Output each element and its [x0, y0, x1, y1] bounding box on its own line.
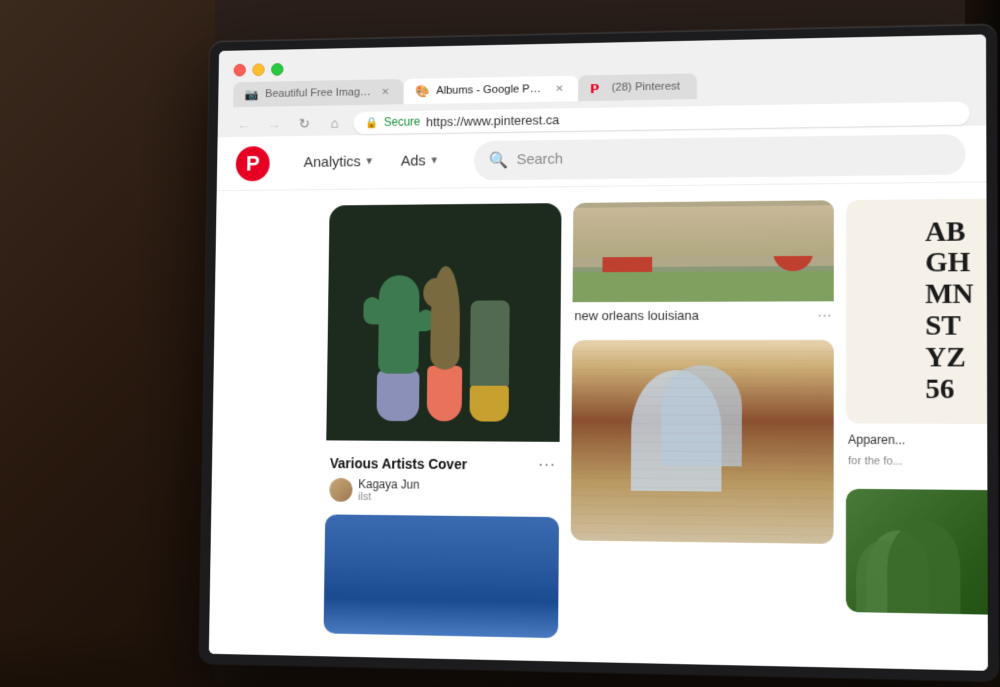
url-display: https://www.pinterest.ca — [426, 112, 559, 129]
pinterest-logo-letter: P — [246, 151, 260, 176]
photo-ground — [573, 266, 834, 302]
new-orleans-footer: new orleans louisiana ··· — [572, 301, 833, 328]
tab-unsplash-close[interactable]: ✕ — [379, 85, 393, 99]
typography-image: AB GH MN ST YZ 56 — [846, 198, 988, 424]
pin-card-title: Various Artists Cover — [330, 455, 467, 472]
left-spacer — [209, 190, 330, 656]
laptop-bezel: 📷 Beautiful Free Images & Pictur... ✕ 🎨 … — [199, 24, 998, 681]
typography-footer: Apparen... for the fo... — [846, 423, 988, 478]
col3: AB GH MN ST YZ 56 — [846, 198, 988, 671]
typography-text-wrap: Apparen... for the fo... — [848, 428, 905, 471]
pin-grid: Various Artists Cover ··· Kagaya J — [323, 182, 988, 670]
pin-card-info: Various Artists Cover ··· Kagaya J — [325, 440, 559, 513]
greenery-photo — [846, 489, 988, 616]
arch-photo — [571, 340, 834, 544]
screen: 📷 Beautiful Free Images & Pictur... ✕ 🎨 … — [209, 34, 988, 670]
photo-sky — [573, 205, 834, 257]
analytics-menu-item[interactable]: Analytics ▼ — [292, 145, 386, 178]
tab-pinterest[interactable]: 𝗣 (28) Pinterest — [578, 73, 697, 101]
typo-line-3: MN — [925, 280, 974, 312]
ads-chevron-icon: ▼ — [429, 155, 439, 166]
apparently-text: Apparen... — [848, 428, 905, 451]
ads-label: Ads — [401, 153, 426, 170]
laptop-frame: 📷 Beautiful Free Images & Pictur... ✕ 🎨 … — [199, 24, 998, 681]
pinterest-tab-icon: 𝗣 — [590, 81, 604, 95]
pin-typography-card[interactable]: AB GH MN ST YZ 56 — [846, 198, 988, 478]
search-placeholder: Search — [516, 151, 563, 168]
forthe-text: for the fo... — [848, 451, 905, 472]
vase-left — [376, 370, 419, 421]
pin-new-orleans-card[interactable]: new orleans louisiana ··· — [572, 200, 834, 328]
author-avatar — [329, 478, 352, 502]
tab-google-photos[interactable]: 🎨 Albums - Google Photos ✕ — [403, 76, 578, 105]
author-avatar-img — [329, 478, 352, 502]
analytics-label: Analytics — [304, 154, 361, 171]
author-sub: ilst — [358, 491, 419, 504]
author-name: Kagaya Jun — [358, 477, 419, 491]
tab-unsplash[interactable]: 📷 Beautiful Free Images & Pictur... ✕ — [233, 79, 404, 107]
plant-center — [427, 266, 464, 421]
ads-menu-item[interactable]: Ads ▼ — [389, 144, 451, 177]
pin-author: Kagaya Jun ilst — [329, 477, 555, 505]
author-name-wrap: Kagaya Jun ilst — [358, 477, 420, 503]
typo-line-6: 56 — [925, 374, 974, 406]
scene: 📷 Beautiful Free Images & Pictur... ✕ 🎨 … — [0, 0, 1000, 687]
typo-line-1: AB — [925, 217, 973, 249]
browser-chrome: 📷 Beautiful Free Images & Pictur... ✕ 🎨 … — [218, 34, 987, 137]
pin-arch-card[interactable] — [571, 340, 834, 544]
cactus-bulge — [423, 278, 448, 308]
new-orleans-label: new orleans louisiana — [574, 307, 699, 322]
new-orleans-photo — [573, 200, 834, 302]
back-button[interactable]: ← — [233, 113, 256, 136]
col2: new orleans louisiana ··· — [570, 200, 834, 667]
tab-google-photos-title: Albums - Google Photos — [436, 83, 545, 97]
vase-center — [427, 366, 463, 422]
pin-artists-cover-card[interactable]: Various Artists Cover ··· Kagaya J — [325, 203, 561, 513]
content-area: Various Artists Cover ··· Kagaya J — [209, 182, 988, 670]
plant-shape-2 — [887, 520, 960, 614]
plant-right — [469, 300, 509, 421]
home-button[interactable]: ⌂ — [323, 111, 346, 135]
minimize-button[interactable] — [252, 63, 264, 76]
pinterest-logo[interactable]: P — [236, 146, 270, 181]
analytics-chevron-icon: ▼ — [364, 156, 374, 167]
nav-menu: Analytics ▼ Ads ▼ — [292, 144, 451, 178]
col1: Various Artists Cover ··· Kagaya J — [323, 203, 561, 661]
secure-label: Secure — [384, 115, 421, 129]
bg-left — [0, 0, 215, 687]
typo-line-5: YZ — [925, 343, 974, 375]
close-button[interactable] — [234, 64, 246, 77]
cactus-right — [470, 300, 510, 389]
vase-right — [469, 386, 508, 422]
new-orleans-dots[interactable]: ··· — [817, 306, 831, 322]
plant-left — [376, 275, 420, 421]
cactus-arm-left — [363, 297, 381, 325]
typo-line-4: ST — [925, 311, 974, 343]
cactus-center — [430, 266, 460, 370]
art-illustration — [326, 203, 561, 442]
lock-icon: 🔒 — [365, 116, 378, 129]
reload-button[interactable]: ↻ — [293, 112, 316, 136]
pin-menu-dots[interactable]: ··· — [538, 454, 556, 475]
tab-google-photos-close[interactable]: ✕ — [553, 82, 567, 96]
cactus-left — [378, 275, 420, 374]
forward-button[interactable]: → — [263, 112, 286, 136]
typo-line-2: GH — [925, 248, 974, 280]
tab-unsplash-title: Beautiful Free Images & Pictur... — [265, 86, 371, 100]
search-bar[interactable]: 🔍 Search — [474, 133, 966, 180]
maximize-button[interactable] — [271, 63, 283, 76]
tab-pinterest-title: (28) Pinterest — [612, 80, 685, 93]
typography-text: AB GH MN ST YZ 56 — [925, 217, 974, 406]
pinterest-navbar: P Analytics ▼ Ads ▼ 🔍 — [217, 125, 987, 191]
pin-blue-bottom[interactable] — [324, 514, 559, 638]
pin-card-meta: Various Artists Cover ··· — [330, 452, 556, 475]
photos-icon: 🎨 — [415, 84, 429, 98]
search-icon: 🔍 — [489, 150, 509, 170]
pin-greenery-card[interactable] — [846, 489, 988, 616]
camera-icon: 📷 — [244, 88, 257, 102]
brick-texture — [571, 340, 834, 544]
